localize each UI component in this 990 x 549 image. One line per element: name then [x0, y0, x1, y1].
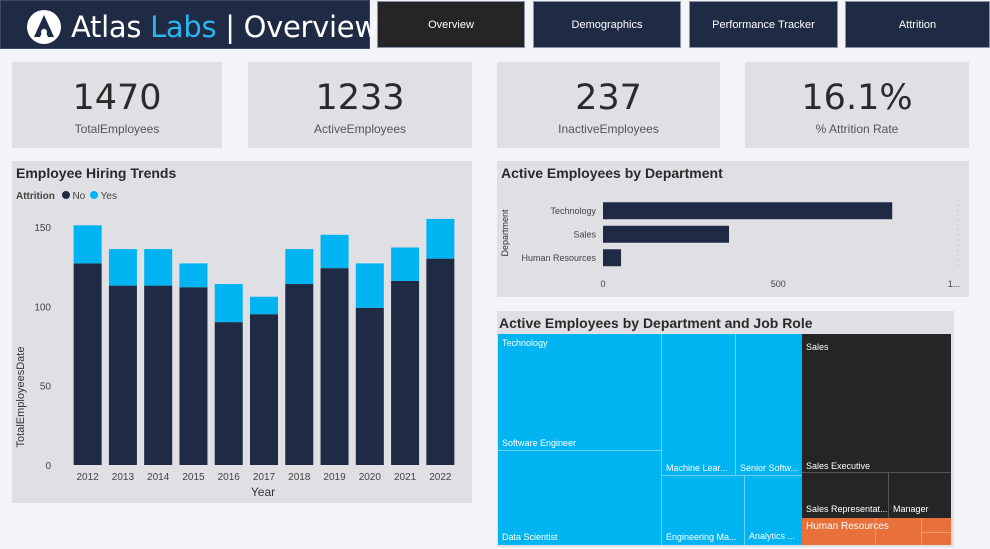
kpi-active-employees: 1233 ActiveEmployees — [248, 62, 472, 148]
nav-attrition-button[interactable]: Attrition — [845, 1, 990, 48]
treemap-panel: Active Employees by Department and Job R… — [497, 311, 954, 547]
kpi-value: 16.1% — [801, 78, 913, 118]
treemap-cell-label: Analytics ... — [749, 531, 796, 541]
treemap-cell-label: Data Scientist — [502, 532, 558, 542]
hiring-bar-yes-2012[interactable] — [73, 225, 102, 264]
kpi-label: TotalEmployees — [74, 122, 160, 136]
hiring-x-axis-label: Year — [251, 485, 275, 499]
hiring-bar-yes-2016[interactable] — [214, 284, 243, 323]
department-category-label: Sales — [573, 229, 596, 239]
hiring-bar-no-2020[interactable] — [355, 307, 384, 465]
hiring-y-axis-label: TotalEmployeesDate — [15, 347, 27, 448]
department-x-tick-label: 500 — [771, 279, 786, 289]
hiring-bar-yes-2020[interactable] — [355, 263, 384, 308]
hiring-bar-yes-2019[interactable] — [320, 234, 349, 269]
department-bar-technology[interactable] — [603, 202, 893, 220]
nav-overview-button[interactable]: Overview — [377, 1, 525, 48]
hiring-bar-no-2021[interactable] — [391, 280, 420, 465]
page-title: Atlas Labs | Overview — [71, 10, 378, 44]
hiring-bar-no-2019[interactable] — [320, 268, 349, 465]
kpi-value: 1470 — [72, 78, 162, 118]
hiring-bar-no-2014[interactable] — [144, 285, 173, 465]
hiring-x-tick-label: 2013 — [112, 472, 135, 483]
hiring-y-tick-label: 0 — [45, 461, 51, 472]
hiring-x-tick-label: 2014 — [147, 472, 170, 483]
hiring-bar-no-2018[interactable] — [285, 284, 314, 465]
hiring-bar-no-2017[interactable] — [250, 314, 278, 465]
treemap-group-label-technology: Technology — [502, 338, 548, 348]
hiring-bar-yes-2017[interactable] — [250, 296, 278, 315]
kpi-inactive-employees: 237 InactiveEmployees — [497, 62, 720, 148]
treemap-cell-label: Sales Representat... — [806, 504, 888, 514]
hiring-trends-panel: Employee Hiring Trends Attrition No Yes … — [12, 161, 472, 503]
hiring-bar-no-2016[interactable] — [214, 322, 243, 465]
hiring-x-tick-label: 2021 — [394, 472, 417, 483]
hiring-bar-no-2022[interactable] — [426, 258, 455, 465]
treemap-cell-data-scientist[interactable]: Data Scientist — [498, 450, 662, 545]
hiring-x-tick-label: 2015 — [182, 472, 205, 483]
hiring-bar-yes-2013[interactable] — [108, 249, 137, 286]
hiring-y-tick-label: 50 — [40, 382, 52, 393]
hiring-bar-yes-2021[interactable] — [391, 247, 420, 281]
hiring-y-tick-label: 150 — [34, 223, 51, 234]
treemap-cell-label: Senior Softw... — [740, 463, 799, 473]
kpi-value: 237 — [575, 78, 642, 118]
treemap-divider — [921, 532, 951, 533]
treemap-cell-label: Machine Lear... — [666, 463, 728, 473]
department-category-label: Human Resources — [521, 253, 596, 263]
department-x-tick-label: 1... — [948, 279, 961, 289]
kpi-total-employees: 1470 TotalEmployees — [12, 62, 222, 148]
atlas-logo-icon — [27, 10, 61, 44]
treemap-cell-human-resources[interactable]: Human Resources — [802, 518, 951, 545]
department-panel: Active Employees by Department Departmen… — [497, 161, 969, 297]
kpi-attrition-rate: 16.1% % Attrition Rate — [745, 62, 969, 148]
treemap-cell-senior-software[interactable]: Senior Softw... — [736, 334, 802, 475]
treemap-cell-label: Software Engineer — [502, 438, 577, 448]
treemap-cell-machine-learning[interactable]: Machine Lear... — [662, 334, 736, 475]
brand-banner: Atlas Labs | Overview — [0, 0, 378, 49]
treemap-cell-label: Sales Executive — [806, 461, 871, 471]
hiring-bar-no-2015[interactable] — [179, 287, 208, 465]
department-x-tick-label: 0 — [600, 279, 605, 289]
hiring-x-tick-label: 2019 — [323, 472, 346, 483]
hiring-y-tick-label: 100 — [34, 302, 51, 313]
hiring-x-tick-label: 2012 — [77, 472, 100, 483]
treemap-cell-software-engineer[interactable]: Technology Software Engineer — [498, 334, 662, 450]
hiring-bar-no-2012[interactable] — [73, 263, 102, 465]
department-bar-chart: Department Technology Sales Human Resource… — [500, 199, 961, 289]
hiring-bar-yes-2018[interactable] — [285, 249, 314, 285]
header: Atlas Labs | Overview Overview Demograph… — [0, 0, 990, 50]
kpi-label: % Attrition Rate — [815, 122, 899, 136]
kpi-label: InactiveEmployees — [558, 122, 659, 136]
department-y-axis-label: Department — [500, 209, 510, 257]
hiring-bar-yes-2014[interactable] — [144, 249, 173, 286]
nav-demographics-button[interactable]: Demographics — [533, 1, 681, 48]
hiring-bar-yes-2015[interactable] — [179, 263, 208, 288]
hiring-x-tick-label: 2016 — [218, 472, 241, 483]
hiring-x-tick-label: 2017 — [253, 472, 276, 483]
treemap-cell-engineering-manager[interactable]: Engineering Ma... — [662, 475, 745, 545]
treemap-cell-manager[interactable]: Manager — [889, 473, 951, 518]
treemap-cell-sales-executive[interactable]: Sales Sales Executive — [802, 334, 951, 473]
hiring-x-tick-label: 2022 — [429, 472, 452, 483]
department-category-label: Technology — [550, 206, 596, 216]
kpi-label: ActiveEmployees — [313, 122, 407, 136]
nav-performance-tracker-button[interactable]: Performance Tracker — [689, 1, 838, 48]
department-bar-sales[interactable] — [603, 225, 730, 243]
treemap-group-label-sales: Sales — [806, 342, 829, 352]
treemap-group-label-human-resources: Human Resources — [806, 521, 889, 532]
treemap-cell-sales-representative[interactable]: Sales Representat... — [802, 473, 889, 518]
treemap-cell-label: Engineering Ma... — [666, 532, 737, 542]
department-bar-human-resources[interactable] — [603, 249, 622, 267]
hiring-x-tick-label: 2020 — [359, 472, 382, 483]
hiring-trends-chart: TotalEmployeesDate Year 0 50 100 150 2012 201… — [15, 218, 455, 499]
hiring-bar-yes-2022[interactable] — [426, 218, 455, 259]
kpi-value: 1233 — [315, 78, 405, 118]
treemap-title: Active Employees by Department and Job R… — [499, 315, 813, 331]
treemap-divider — [875, 518, 876, 545]
hiring-bar-no-2013[interactable] — [108, 285, 137, 465]
hiring-x-tick-label: 2018 — [288, 472, 311, 483]
treemap-cell-analytics[interactable]: Analytics ... — [745, 475, 802, 545]
treemap-cell-label: Manager — [893, 504, 929, 514]
